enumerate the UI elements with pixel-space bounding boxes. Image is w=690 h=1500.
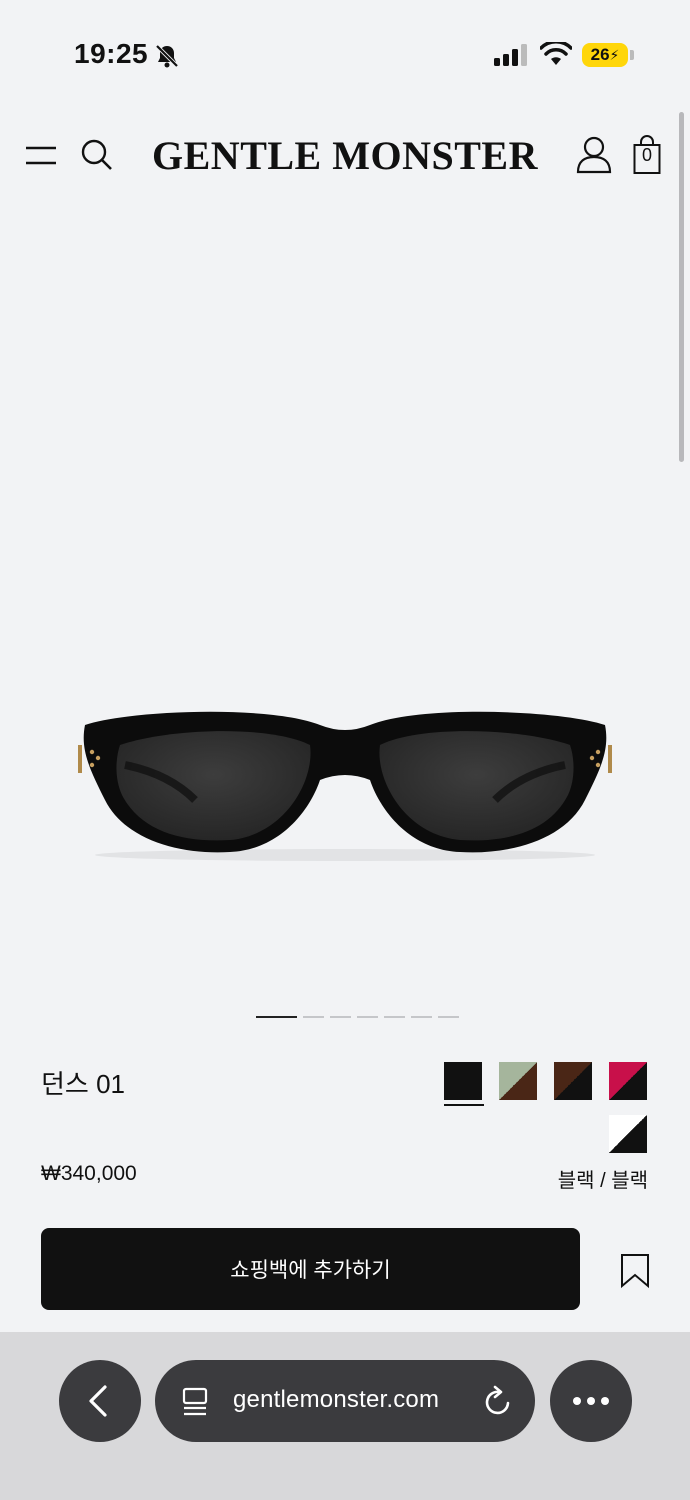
selected-swatch-underline: [444, 1104, 484, 1106]
more-button[interactable]: [550, 1360, 632, 1442]
reload-icon[interactable]: [483, 1385, 513, 1417]
address-bar[interactable]: gentlemonster.com: [155, 1360, 535, 1442]
site-header: GENTLE MONSTER 0: [0, 110, 690, 200]
battery-indicator: 26 ⚡: [582, 43, 628, 67]
add-to-bag-button[interactable]: 쇼핑백에 추가하기: [41, 1228, 580, 1310]
carousel-dot[interactable]: [256, 1016, 297, 1018]
battery-cap: [630, 50, 634, 60]
color-swatch[interactable]: [444, 1062, 482, 1100]
charging-icon: ⚡: [609, 46, 620, 63]
carousel-indicator: [256, 1016, 459, 1018]
url-text: gentlemonster.com: [233, 1386, 440, 1413]
bell-slash-icon: [155, 44, 179, 68]
status-time: 19:25: [74, 38, 149, 69]
shopping-bag-icon[interactable]: 0: [633, 135, 661, 175]
product-price: ₩340,000: [41, 1162, 137, 1185]
carousel-dot[interactable]: [384, 1016, 405, 1018]
cellular-signal-icon: [494, 44, 527, 66]
back-button[interactable]: [59, 1360, 141, 1442]
product-image-sunglasses[interactable]: [70, 690, 620, 880]
more-icon: [573, 1397, 609, 1405]
user-icon[interactable]: [576, 136, 612, 174]
carousel-dot[interactable]: [303, 1016, 324, 1018]
bag-count: 0: [641, 145, 652, 165]
battery-level: 26: [590, 45, 610, 64]
bookmark-icon[interactable]: [620, 1253, 650, 1289]
selected-color-name: 블랙 / 블랙: [557, 1170, 648, 1192]
tabs-icon[interactable]: [181, 1387, 209, 1417]
carousel-dot[interactable]: [357, 1016, 378, 1018]
status-bar: 19:25 26 ⚡: [0, 0, 690, 110]
page-scrollbar[interactable]: [679, 112, 684, 462]
color-swatch[interactable]: [609, 1062, 647, 1100]
carousel-dot[interactable]: [330, 1016, 351, 1018]
carousel-dot[interactable]: [411, 1016, 432, 1018]
color-swatch[interactable]: [609, 1115, 647, 1153]
wifi-icon: [540, 42, 572, 65]
color-swatch[interactable]: [554, 1062, 592, 1100]
carousel-dot[interactable]: [438, 1016, 459, 1018]
product-name: 던스 01: [41, 1069, 125, 1099]
back-icon: [89, 1385, 107, 1417]
color-swatch[interactable]: [499, 1062, 537, 1100]
